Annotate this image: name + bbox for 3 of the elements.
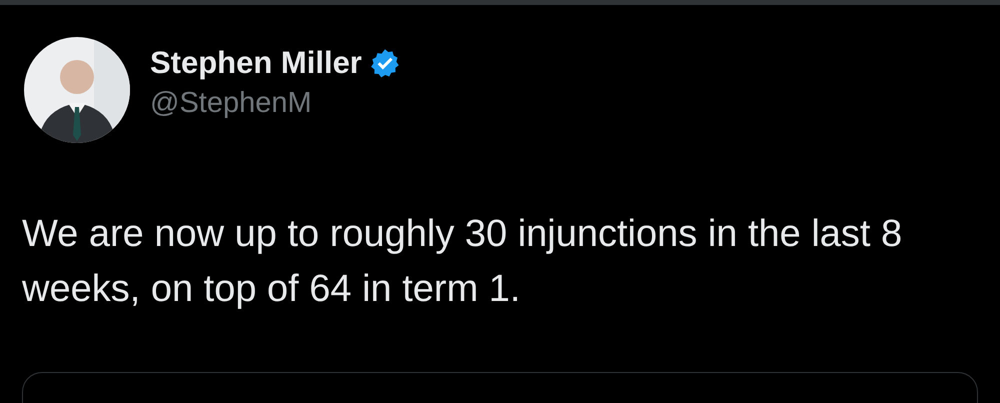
tweet-text: We are now up to roughly 30 injunctions in the last 8 weeks, on top of 64 in term 1. [22, 212, 904, 312]
author-name[interactable]: Stephen Miller [150, 44, 362, 80]
author-handle[interactable]: @StephenM [150, 86, 400, 120]
